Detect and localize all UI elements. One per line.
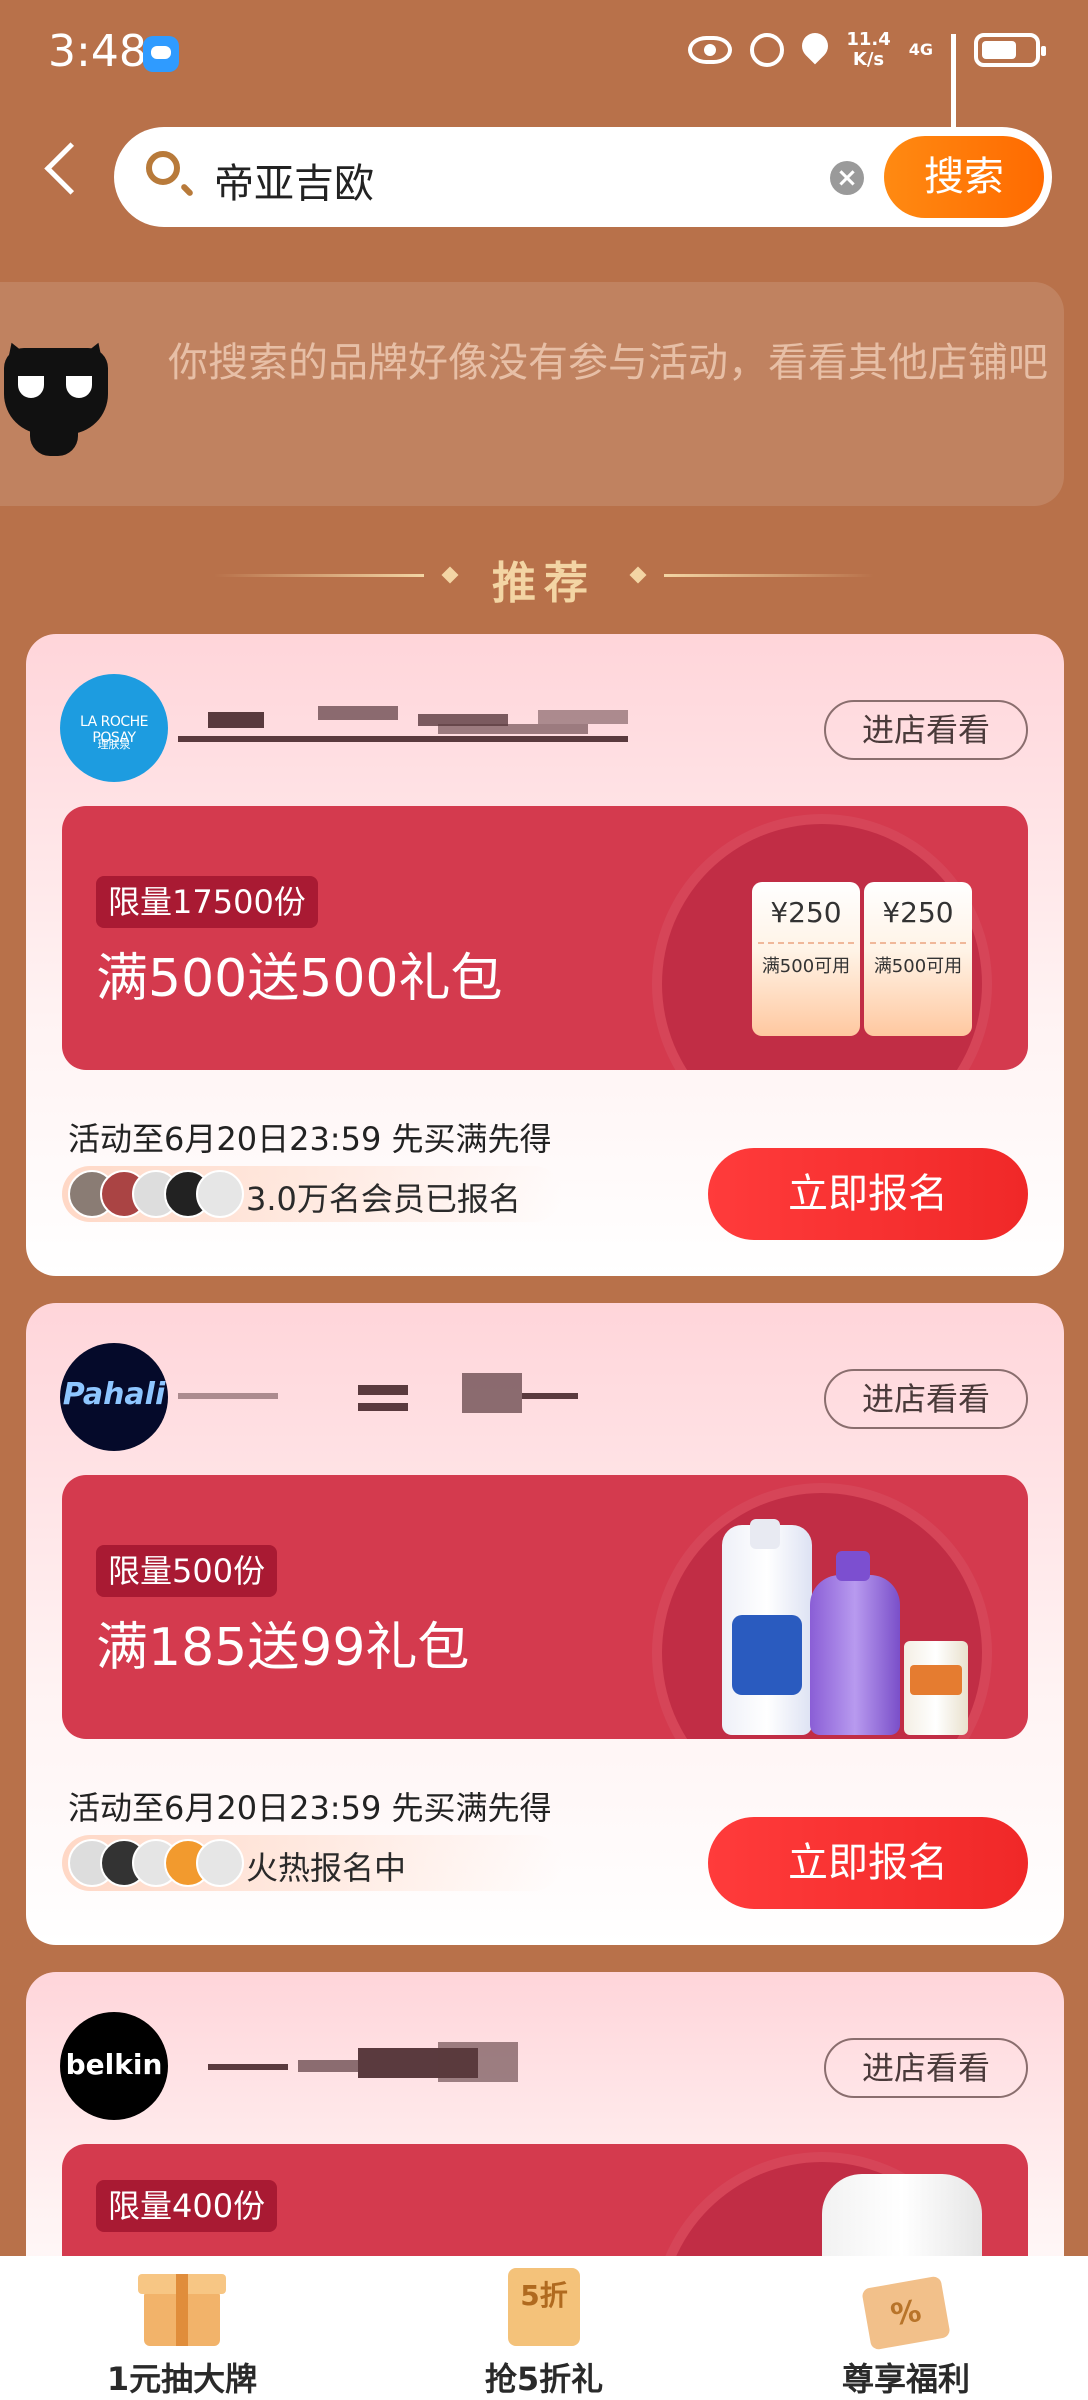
tab-badge: 5折 <box>520 2279 568 2312</box>
promo-banner[interactable]: 限量17500份 满500送500礼包 ¥250 满500可用 ¥250 满50… <box>62 806 1028 1070</box>
status-bar: 3:48 11.4 K/s 4G <box>0 0 1088 142</box>
brand-logo-text: belkin <box>65 2048 163 2081</box>
message-notification-icon <box>143 36 179 72</box>
coupon-condition: 满500可用 <box>761 956 851 977</box>
coupon: ¥250 满500可用 <box>752 882 860 1036</box>
tab-1yuan-draw[interactable]: 1元抽大牌 <box>32 2256 332 2400</box>
member-count-text: 火热报名中 <box>246 1849 407 1887</box>
avatar <box>196 1839 244 1887</box>
member-count: 火热报名中 <box>62 1835 562 1891</box>
offer-text: 满500送500礼包 <box>96 949 503 1009</box>
bottom-tab-bar: 1元抽大牌 5折 抢5折礼 % 尊享福利 <box>0 2256 1088 2400</box>
network-type: 4G <box>908 40 933 59</box>
eye-icon <box>688 36 733 64</box>
brand-logo-subtext: 理肤泉 <box>97 738 131 751</box>
brand-card: Pahali 进店看看 限量500份 满185送99礼包 活动至6月20日23:… <box>26 1303 1064 1945</box>
clear-search-icon[interactable]: × <box>830 161 864 195</box>
location-icon <box>802 33 828 67</box>
coupon-ticket-icon: % <box>858 2264 954 2352</box>
signal-icon <box>951 34 956 142</box>
section-divider: 推荐 <box>0 545 1088 609</box>
tab-badge: % <box>888 2293 924 2334</box>
tab-half-price-gift[interactable]: 5折 抢5折礼 <box>394 2256 694 2400</box>
brand-logo[interactable]: belkin <box>60 2012 168 2120</box>
tab-label: 1元抽大牌 <box>106 2360 258 2398</box>
visit-store-button[interactable]: 进店看看 <box>824 700 1028 760</box>
member-count: 3.0万名会员已报名 <box>62 1166 562 1222</box>
search-icon <box>146 151 180 185</box>
brand-logo[interactable]: LA ROCHE POSAY 理肤泉 <box>60 674 168 782</box>
shop-name-redacted <box>178 704 628 744</box>
limit-badge: 限量500份 <box>96 1545 278 1597</box>
coupon-condition: 满500可用 <box>873 956 963 977</box>
activity-period: 活动至6月20日23:59 先买满先得 <box>68 1120 552 1158</box>
section-title: 推荐 <box>492 558 596 609</box>
half-price-box-icon: 5折 <box>496 2264 592 2352</box>
search-button[interactable]: 搜索 <box>884 136 1044 218</box>
tab-label: 抢5折礼 <box>484 2360 604 2398</box>
coupon-value: ¥250 <box>882 896 954 929</box>
battery-icon <box>974 33 1046 67</box>
signup-button[interactable]: 立即报名 <box>708 1817 1028 1909</box>
tab-exclusive-benefits[interactable]: % 尊享福利 <box>756 2256 1056 2400</box>
avatar <box>196 1170 244 1218</box>
search-input[interactable]: 帝亚吉欧 <box>214 151 374 209</box>
brand-logo[interactable]: Pahali <box>60 1343 168 1451</box>
coupon: ¥250 满500可用 <box>864 882 972 1036</box>
net-speed: 11.4 K/s <box>846 30 890 70</box>
gift-box-icon <box>134 2264 230 2352</box>
alarm-icon <box>750 33 785 67</box>
shop-name-redacted <box>178 2042 628 2082</box>
notice-text: 你搜索的品牌好像没有参与活动，看看其他店铺吧 <box>168 340 1048 386</box>
status-icons: 11.4 K/s 4G <box>688 30 1046 142</box>
product-image <box>698 1515 1018 1739</box>
offer-text: 满185送99礼包 <box>96 1618 470 1678</box>
visit-store-button[interactable]: 进店看看 <box>824 1369 1028 1429</box>
shop-name-redacted <box>178 1373 628 1413</box>
visit-store-button[interactable]: 进店看看 <box>824 2038 1028 2098</box>
tmall-cat-icon <box>0 337 114 456</box>
member-count-text: 3.0万名会员已报名 <box>246 1180 521 1218</box>
promo-banner[interactable]: 限量500份 满185送99礼包 <box>62 1475 1028 1739</box>
no-result-notice: 你搜索的品牌好像没有参与活动，看看其他店铺吧 <box>0 282 1064 506</box>
net-speed-value: 11.4 <box>846 29 891 50</box>
limit-badge: 限量17500份 <box>96 876 318 928</box>
tab-label: 尊享福利 <box>841 2360 970 2398</box>
brand-logo-text: Pahali <box>62 1377 166 1412</box>
coupon-value: ¥250 <box>770 896 842 929</box>
back-arrow-icon[interactable] <box>44 142 97 195</box>
activity-period: 活动至6月20日23:59 先买满先得 <box>68 1789 552 1827</box>
signup-button[interactable]: 立即报名 <box>708 1148 1028 1240</box>
limit-badge: 限量400份 <box>96 2180 278 2232</box>
brand-card: LA ROCHE POSAY 理肤泉 进店看看 限量17500份 满500送50… <box>26 634 1064 1276</box>
net-speed-unit: K/s <box>852 49 885 70</box>
status-time: 3:48 <box>48 26 147 77</box>
search-bar: 帝亚吉欧 × 搜索 <box>114 127 1052 227</box>
